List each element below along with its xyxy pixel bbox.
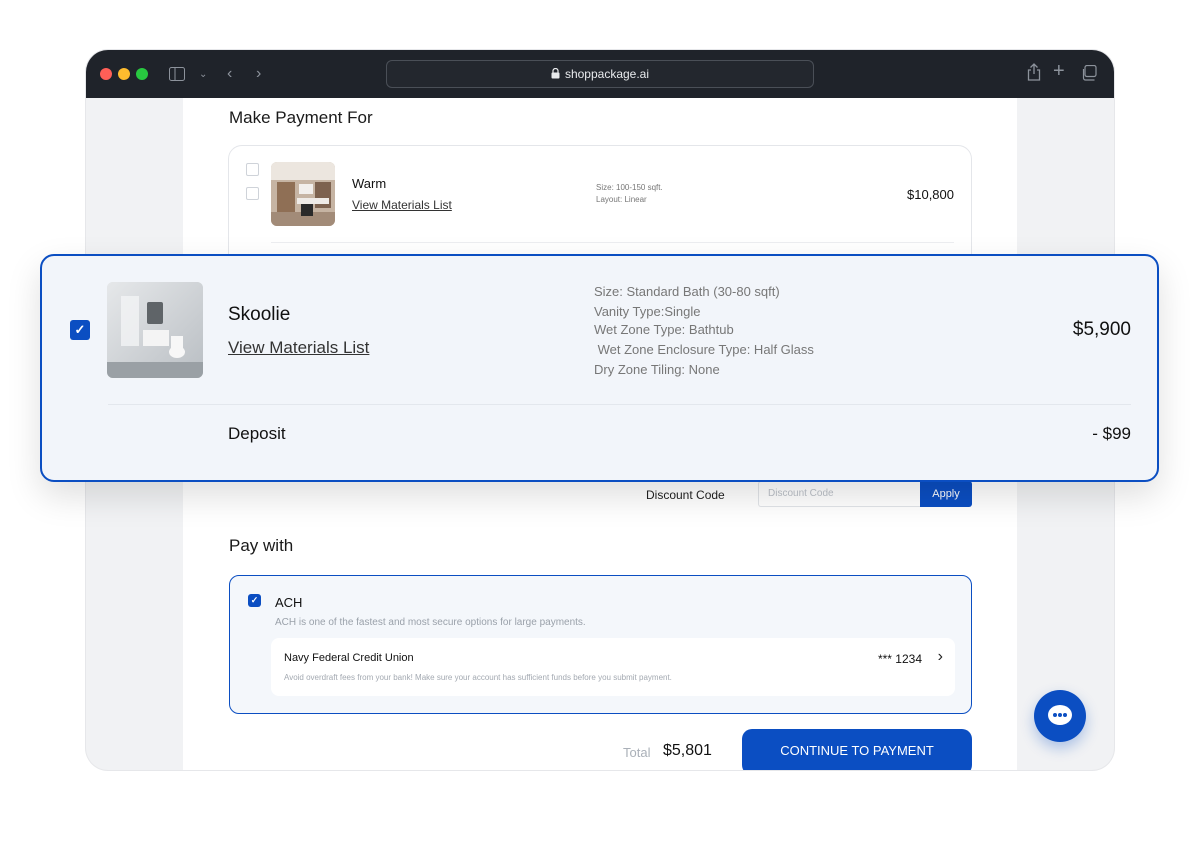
bank-account-row[interactable]: Navy Federal Credit Union Avoid overdraf… <box>271 638 955 696</box>
product-name: Warm <box>352 176 387 191</box>
product-spec: Size: 100-150 sqft. <box>596 183 663 192</box>
sidebar-icon[interactable] <box>169 67 185 81</box>
product-price: $10,800 <box>907 187 954 202</box>
discount-code-label: Discount Code <box>646 488 725 502</box>
product-spec: Size: Standard Bath (30-80 sqft) <box>594 284 780 299</box>
page-title: Make Payment For <box>229 108 373 127</box>
tabs-icon[interactable] <box>1081 65 1097 81</box>
deposit-amount: - $99 <box>1092 424 1131 443</box>
browser-titlebar: ⌄ ‹ › shoppackage.ai + <box>86 50 1114 98</box>
plus-icon[interactable]: + <box>1053 61 1065 81</box>
checkbox-checked-icon[interactable]: ✓ <box>248 594 261 607</box>
chevron-right-icon[interactable]: › <box>938 648 943 666</box>
share-icon[interactable] <box>1027 63 1041 81</box>
bank-note: Avoid overdraft fees from your bank! Mak… <box>284 673 672 682</box>
payment-method-description: ACH is one of the fastest and most secur… <box>275 617 586 628</box>
discount-code-input[interactable]: Discount Code <box>758 481 920 507</box>
view-materials-link[interactable]: View Materials List <box>228 338 369 358</box>
divider <box>271 242 954 243</box>
product-spec: Wet Zone Enclosure Type: Half Glass <box>594 342 814 357</box>
chat-icon <box>1048 705 1072 725</box>
chevron-down-icon[interactable]: ⌄ <box>199 65 207 85</box>
checkbox-checked-icon[interactable]: ✓ <box>70 320 90 340</box>
account-number-mask: *** 1234 <box>877 652 922 666</box>
item-checkbox[interactable] <box>246 163 259 176</box>
pay-with-heading: Pay with <box>229 536 294 555</box>
product-name: Skoolie <box>228 304 291 325</box>
total-label: Total <box>623 745 651 760</box>
zoom-window-icon[interactable] <box>136 68 148 80</box>
product-spec: Dry Zone Tiling: None <box>594 362 720 377</box>
address-bar[interactable]: shoppackage.ai <box>386 60 814 88</box>
url-text: shoppackage.ai <box>564 67 650 81</box>
product-spec: Vanity Type:Single <box>594 304 701 319</box>
product-thumbnail <box>271 162 335 226</box>
bank-name: Navy Federal Credit Union <box>284 652 414 664</box>
chevron-left-icon[interactable]: ‹ <box>227 64 232 84</box>
divider <box>108 404 1131 405</box>
item-checkbox[interactable] <box>246 187 259 200</box>
selected-item-card: ✓ Skoolie View Materials List Size: Stan… <box>40 254 1159 482</box>
close-window-icon[interactable] <box>100 68 112 80</box>
view-materials-link[interactable]: View Materials List <box>352 198 452 212</box>
product-spec: Wet Zone Type: Bathtub <box>594 322 734 337</box>
chat-button[interactable] <box>1034 690 1086 742</box>
total-value: $5,801 <box>663 742 712 759</box>
lock-icon <box>551 67 560 79</box>
apply-button[interactable]: Apply <box>920 481 972 507</box>
product-spec: Layout: Linear <box>596 195 647 204</box>
product-price: $5,900 <box>1072 319 1131 340</box>
deposit-label: Deposit <box>228 424 286 443</box>
payment-method-ach[interactable]: ✓ ACH ACH is one of the fastest and most… <box>229 575 972 714</box>
continue-to-payment-button[interactable]: CONTINUE TO PAYMENT <box>742 729 972 770</box>
payment-method-title: ACH <box>275 595 303 610</box>
minimize-window-icon[interactable] <box>118 68 130 80</box>
chevron-right-icon[interactable]: › <box>256 64 261 84</box>
product-thumbnail <box>107 282 203 378</box>
